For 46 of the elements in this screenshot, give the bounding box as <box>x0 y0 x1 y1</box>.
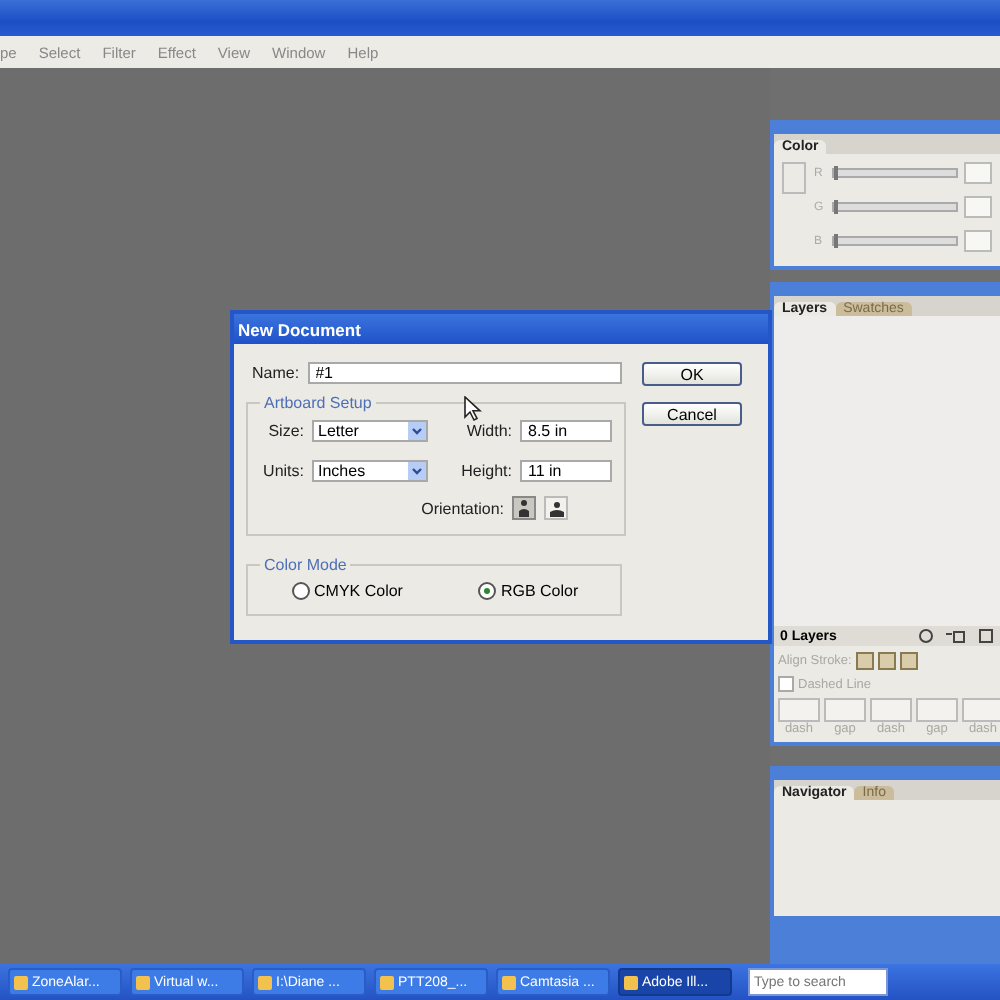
dashed-line-checkbox[interactable] <box>778 676 794 692</box>
ok-button[interactable]: OK <box>642 362 742 386</box>
dash-field[interactable] <box>824 698 866 722</box>
dropdown-arrow-icon <box>408 422 426 440</box>
units-label: Units: <box>261 462 304 480</box>
value-field[interactable] <box>964 230 992 252</box>
height-field[interactable]: 11 in <box>520 460 612 482</box>
dash-field[interactable] <box>778 698 820 722</box>
name-label: Name: <box>252 364 300 382</box>
radio-button[interactable] <box>292 582 310 600</box>
fill-stroke-swatch-icon <box>782 162 806 194</box>
units-dropdown[interactable]: Inches <box>312 460 428 482</box>
app-icon <box>380 975 394 989</box>
app-icon <box>136 975 150 989</box>
landscape-button[interactable] <box>544 496 568 520</box>
radio-label: CMYK Color <box>314 582 403 600</box>
app-icon <box>14 975 28 989</box>
new-layer-icon[interactable] <box>978 628 994 644</box>
app-icon <box>502 975 516 989</box>
new-sublayer-icon[interactable] <box>946 628 966 644</box>
height-label: Height: <box>459 462 512 480</box>
orientation-label: Orientation: <box>421 499 504 517</box>
cancel-button[interactable]: Cancel <box>642 402 742 426</box>
dash-field[interactable] <box>916 698 958 722</box>
radio-option[interactable]: RGB Color <box>478 582 579 600</box>
width-label: Width: <box>464 422 512 440</box>
make-clipping-mask-icon[interactable] <box>918 628 934 644</box>
dialog-title: New Document <box>238 319 361 339</box>
dash-field[interactable] <box>870 698 912 722</box>
app-icon <box>258 975 272 989</box>
radio-button[interactable] <box>478 582 497 600</box>
group-legend: Artboard Setup <box>260 394 376 412</box>
value-field[interactable] <box>964 196 992 218</box>
dash-field[interactable] <box>962 698 1000 722</box>
size-dropdown[interactable]: Letter <box>312 420 428 442</box>
value-field[interactable] <box>964 162 992 184</box>
portrait-button[interactable] <box>512 496 536 520</box>
app-icon <box>624 975 638 989</box>
mouse-cursor-icon <box>464 396 482 422</box>
name-field[interactable]: #1 <box>307 362 622 384</box>
dropdown-arrow-icon <box>408 462 426 480</box>
group-legend: Color Mode <box>260 556 351 574</box>
size-label: Size: <box>266 422 304 440</box>
radio-label: RGB Color <box>500 582 579 600</box>
width-field[interactable]: 8.5 in <box>520 420 612 442</box>
radio-option[interactable]: CMYK Color <box>292 582 403 600</box>
